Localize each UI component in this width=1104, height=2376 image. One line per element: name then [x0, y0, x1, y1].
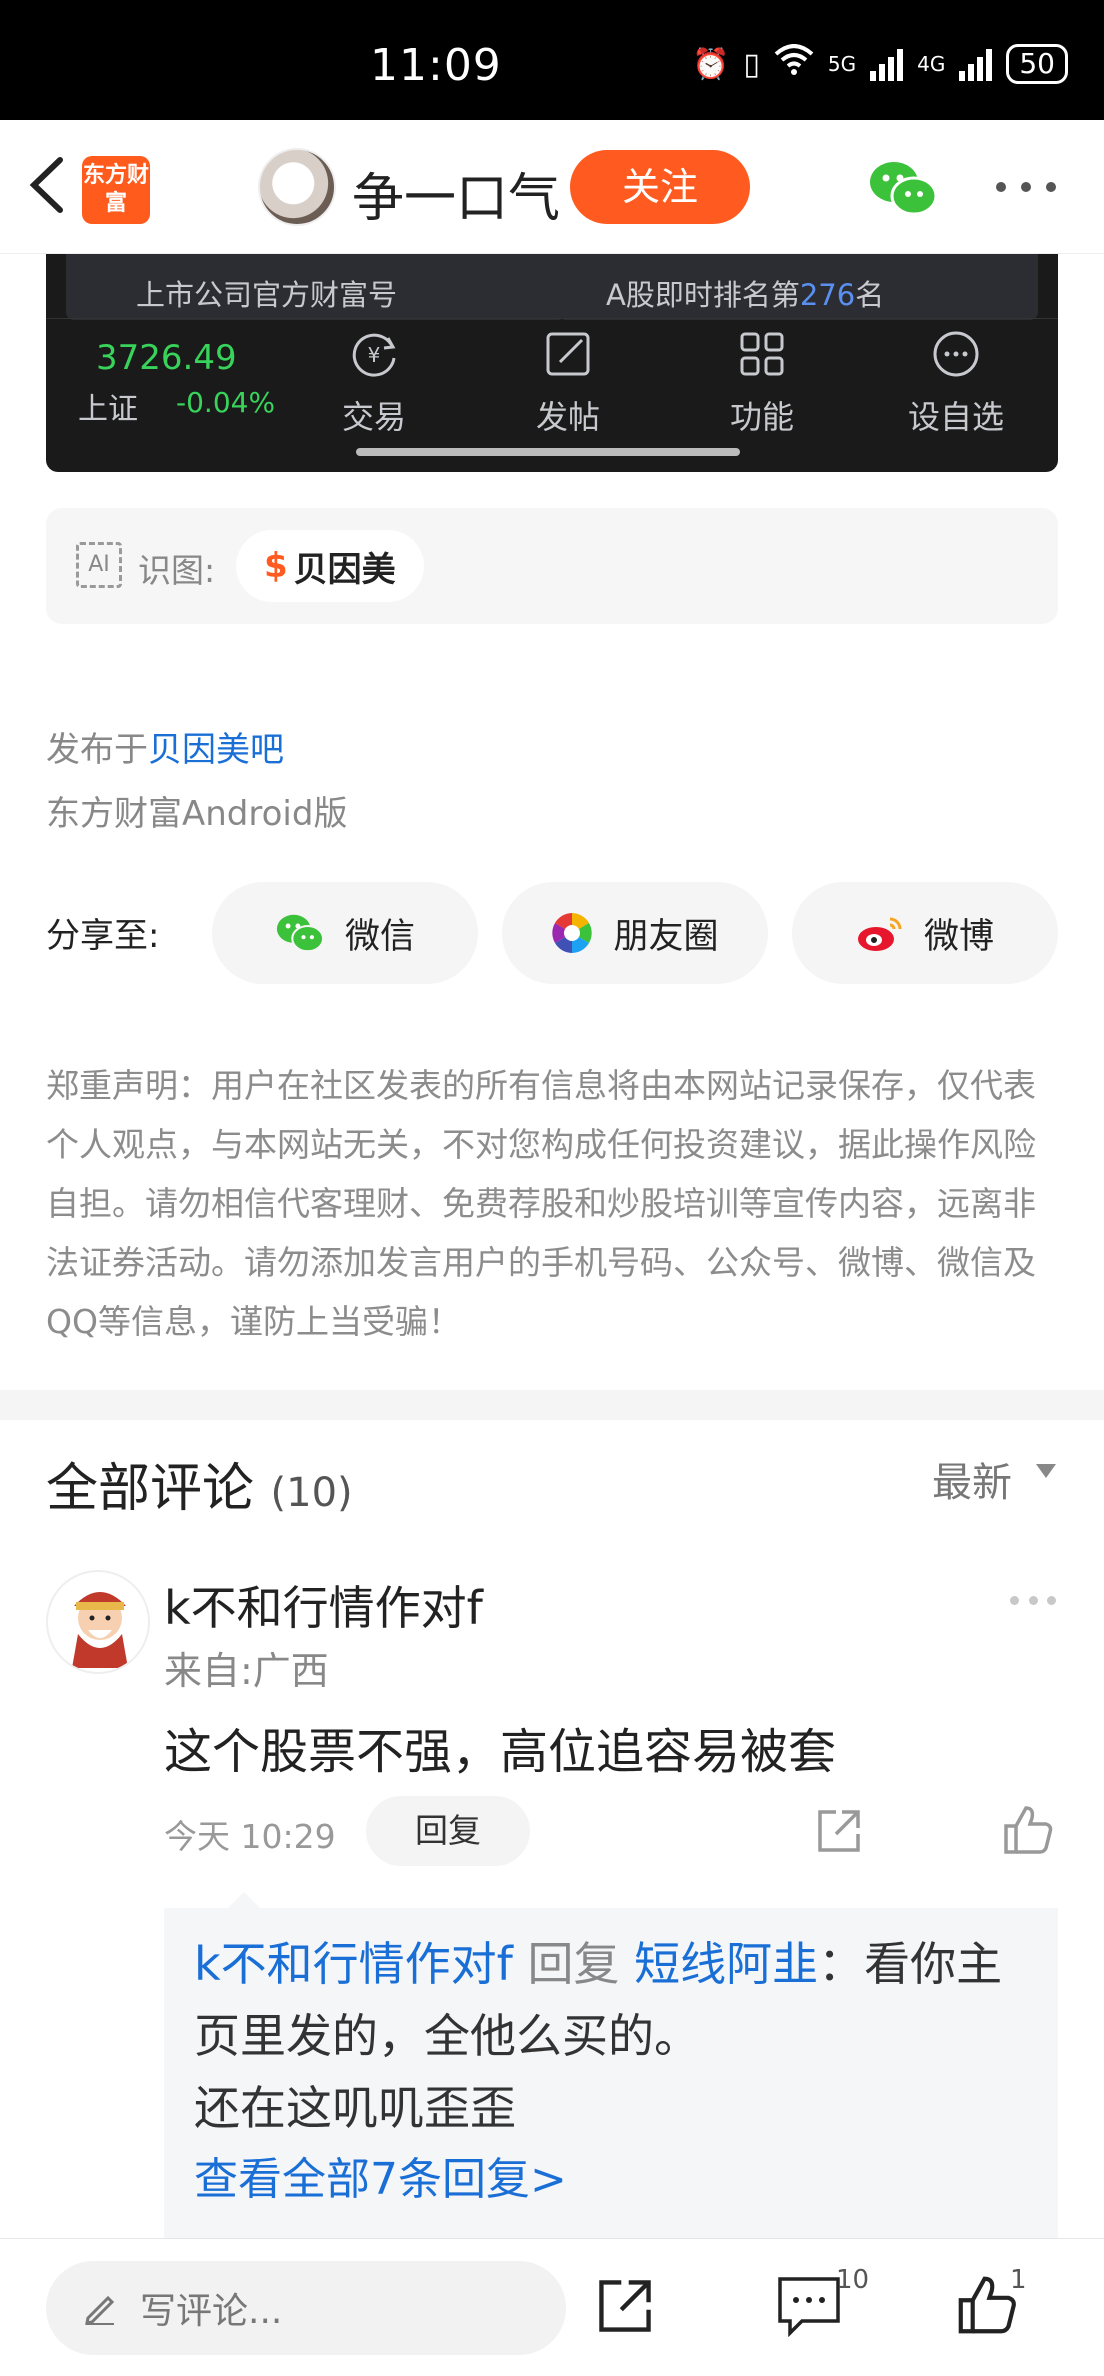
add-watchlist-label: 设自选	[907, 398, 1004, 436]
alarm-icon: ⏰	[692, 46, 730, 82]
reply-box-tail	[228, 1892, 260, 1908]
panel-scroll-indicator	[356, 448, 740, 456]
reply-author[interactable]: k不和行情作对f	[194, 1937, 513, 1991]
pencil-icon	[85, 2295, 115, 2325]
ai-scan-icon: AI	[76, 542, 122, 588]
share-icon[interactable]	[594, 2275, 656, 2337]
comments-count: (10)	[270, 1470, 353, 1516]
published-prefix: 发布于	[46, 730, 148, 770]
commenter-location: 来自:广西	[164, 1649, 329, 1693]
wechat-icon	[276, 914, 325, 953]
reply-button[interactable]: 回复	[366, 1796, 530, 1866]
comment-icon[interactable]	[776, 2275, 842, 2338]
share-wechat-label: 微信	[344, 916, 415, 957]
stock-symbol: $	[264, 546, 288, 586]
comment-input[interactable]: 写评论...	[46, 2261, 566, 2355]
commenter-avatar[interactable]	[46, 1570, 150, 1674]
chevron-left-icon	[29, 157, 63, 213]
weibo-icon	[857, 917, 902, 951]
comments-title-label: 全部评论	[46, 1459, 255, 1519]
sort-dropdown[interactable]: 最新	[932, 1450, 1012, 1508]
share-moments-label: 朋友圈	[613, 916, 719, 957]
index-name: 上证	[78, 392, 138, 427]
bottom-bar: 写评论... 10 1	[0, 2238, 1104, 2376]
disclaimer-text: 郑重声明：用户在社区发表的所有信息将由本网站记录保存，仅代表个人观点，与本网站无…	[46, 1066, 1036, 1341]
post-label: 发帖	[535, 398, 600, 436]
share-wechat-button[interactable]: 微信	[212, 882, 478, 984]
trade-button[interactable]: ¥ 交易	[304, 328, 444, 438]
share-weibo-label: 微博	[923, 916, 994, 957]
comment-like-icon[interactable]	[1002, 1804, 1054, 1856]
vibrate-icon: ▯	[743, 46, 760, 82]
edit-icon	[542, 328, 594, 380]
follow-button[interactable]: 关注	[570, 150, 750, 224]
rank-text: A股即时排名第276名	[606, 272, 884, 314]
signal-4g-icon	[959, 47, 993, 81]
bar-link[interactable]: 贝因美吧	[148, 730, 284, 770]
panel-divider	[46, 318, 1058, 319]
moments-icon	[552, 913, 593, 953]
battery-icon: 50	[1006, 44, 1068, 84]
app-logo[interactable]: 东方财富	[82, 156, 150, 224]
stock-tag-name: 贝因美	[293, 549, 396, 590]
like-count: 1	[1010, 2265, 1027, 2295]
functions-label: 功能	[729, 398, 794, 436]
network-4g-label: 4G	[917, 52, 946, 76]
nav-bar: 东方财富 争一口气 关注	[0, 120, 1104, 254]
add-watchlist-button[interactable]: 设自选	[886, 328, 1026, 438]
functions-button[interactable]: 功能	[692, 328, 832, 438]
like-icon[interactable]	[956, 2273, 1018, 2337]
official-account-card[interactable]: 上市公司官方财富号	[66, 254, 566, 320]
ai-recognize-box: AI 识图: $ 贝因美	[46, 508, 1058, 624]
network-5g-label: 5G	[827, 52, 857, 76]
comment-count: 10	[836, 2265, 870, 2295]
comment-more-icon[interactable]	[1010, 1596, 1056, 1606]
caret-down-icon[interactable]	[1036, 1464, 1056, 1478]
post-button[interactable]: 发帖	[498, 328, 638, 438]
published-in: 发布于贝因美吧	[46, 722, 284, 771]
comment-input-placeholder: 写评论...	[140, 2291, 283, 2332]
status-time: 11:09	[370, 40, 502, 91]
author-avatar[interactable]	[258, 148, 336, 226]
svg-text:¥: ¥	[368, 343, 381, 367]
yuan-cycle-icon: ¥	[348, 328, 400, 380]
platform-info: 东方财富Android版	[46, 794, 348, 834]
wechat-share-icon[interactable]	[868, 158, 938, 218]
status-bar: 11:09 ⏰ ▯ 5G 4G 50	[0, 0, 1104, 120]
more-options-icon[interactable]	[996, 182, 1056, 196]
popularity-rank-card[interactable]: A股即时排名第276名	[558, 254, 1038, 320]
commenter-name[interactable]: k不和行情作对f	[164, 1572, 483, 1638]
wifi-icon	[774, 44, 814, 84]
comment-share-icon[interactable]	[814, 1806, 864, 1856]
reply-preview-box[interactable]: k不和行情作对f 回复 短线阿韭：看你主页里发的，全他么买的。 还在这叽叽歪歪 …	[164, 1908, 1058, 2238]
view-all-replies-link[interactable]: 查看全部7条回复>	[194, 2144, 1028, 2216]
reply-text-2: 还在这叽叽歪歪	[194, 2081, 516, 2135]
trade-label: 交易	[341, 398, 406, 436]
official-account-label: 上市公司官方财富号	[136, 278, 398, 312]
grid-icon	[736, 328, 788, 380]
index-change: -0.04%	[176, 386, 276, 419]
rank-suffix: 名	[855, 278, 885, 312]
share-label: 分享至:	[46, 916, 160, 956]
author-name[interactable]: 争一口气	[352, 156, 560, 231]
signal-5g-icon	[870, 47, 904, 81]
more-circle-icon	[930, 328, 982, 380]
back-button[interactable]	[22, 150, 72, 220]
stock-tag-chip[interactable]: $ 贝因美	[236, 530, 424, 602]
comment-text: 这个股票不强，高位追容易被套	[164, 1724, 837, 1780]
rank-number: 276	[799, 278, 856, 312]
share-weibo-button[interactable]: 微博	[792, 882, 1058, 984]
comment-time: 今天 10:29	[164, 1817, 336, 1856]
share-moments-button[interactable]: 朋友圈	[502, 882, 768, 984]
section-divider	[0, 1390, 1104, 1420]
rank-prefix: A股即时排名第	[606, 278, 800, 312]
ai-recognize-label: 识图:	[138, 551, 216, 590]
comments-title: 全部评论 (10)	[46, 1446, 353, 1521]
status-icons: ⏰ ▯ 5G 4G 50	[692, 44, 1068, 84]
reply-target[interactable]: 短线阿韭	[634, 1937, 818, 1991]
reply-verb: 回复	[527, 1937, 620, 1991]
reply-line: k不和行情作对f 回复 短线阿韭：看你主页里发的，全他么买的。	[194, 1928, 1028, 2072]
stock-panel: 上市公司官方财富号 A股即时排名第276名 3726.49 上证 -0.04% …	[46, 254, 1058, 472]
index-value[interactable]: 3726.49	[96, 338, 237, 378]
